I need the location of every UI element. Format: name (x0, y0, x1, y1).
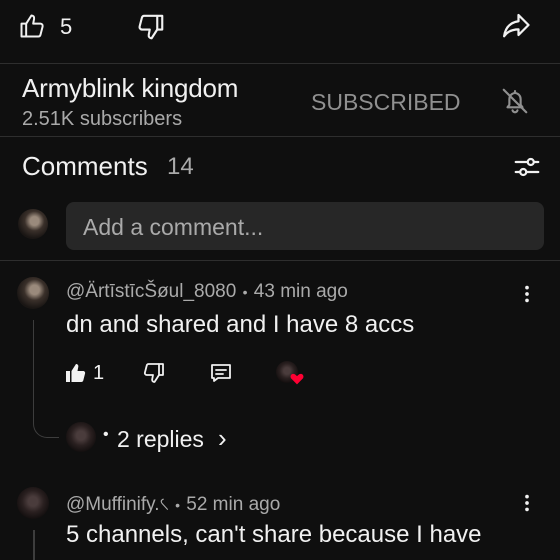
comment-meta: @ÄrtīstīcŠøul_8080 • 43 min ago (66, 281, 348, 303)
comment-dislike-button[interactable] (142, 361, 166, 385)
subscriber-count: 2.51K subscribers (22, 108, 183, 130)
thread-connector (33, 320, 59, 438)
divider (0, 136, 560, 137)
dislike-icon (136, 12, 168, 42)
sort-filter-button[interactable] (512, 152, 542, 182)
notification-bell-button[interactable] (500, 86, 532, 118)
more-vert-icon (516, 492, 538, 514)
add-comment-placeholder: Add a comment... (83, 214, 264, 240)
filter-icon (512, 152, 542, 182)
comment-reply-button[interactable] (208, 361, 234, 385)
divider (0, 63, 560, 64)
reply-avatar (66, 422, 96, 452)
more-vert-icon (516, 283, 538, 305)
thread-connector (33, 530, 35, 560)
reply-icon (208, 361, 234, 385)
share-button[interactable] (500, 10, 534, 42)
comment-time: 52 min ago (186, 494, 281, 515)
subscribed-button[interactable]: SUBSCRIBED (311, 89, 461, 116)
replies-label: 2 replies (117, 426, 204, 452)
comment-like-button[interactable]: 1 (64, 360, 108, 388)
commenter-avatar[interactable] (17, 277, 49, 309)
comment-options-button[interactable] (516, 283, 538, 307)
commenter-avatar[interactable] (17, 487, 49, 519)
notification-off-icon (500, 86, 532, 116)
comment-author[interactable]: @ÄrtīstīcŠøul_8080 (66, 281, 236, 302)
share-icon (500, 10, 534, 40)
comment-like-count: 1 (93, 362, 105, 384)
like-icon (64, 361, 88, 385)
like-button[interactable]: 5 (18, 10, 78, 42)
channel-name[interactable]: Armyblink kingdom (22, 73, 238, 104)
user-avatar (18, 209, 48, 239)
chevron-right-icon: › (218, 423, 227, 453)
meta-separator: • (242, 284, 248, 300)
meta-separator: • (175, 497, 180, 513)
like-count: 5 (60, 14, 73, 39)
divider (0, 260, 560, 261)
like-icon (18, 12, 46, 40)
comment-options-button[interactable] (516, 492, 538, 516)
comment-text: dn and shared and I have 8 accs (66, 311, 415, 338)
comments-title: Comments (22, 151, 148, 181)
dislike-button[interactable] (136, 12, 168, 44)
heart-icon (290, 372, 304, 390)
comment-time: 43 min ago (253, 281, 348, 302)
comment-text: 5 channels, can't share because I have (66, 521, 482, 548)
comment-author[interactable]: @Muffinify.৻ (66, 494, 169, 515)
replies-toggle[interactable]: • 2 replies › (64, 420, 244, 454)
dislike-icon (142, 361, 166, 385)
comments-count: 14 (167, 153, 194, 180)
add-comment-input[interactable]: Add a comment... (66, 202, 544, 250)
replies-dot: • (103, 426, 109, 443)
comment-meta: @Muffinify.৻ • 52 min ago (66, 490, 280, 522)
